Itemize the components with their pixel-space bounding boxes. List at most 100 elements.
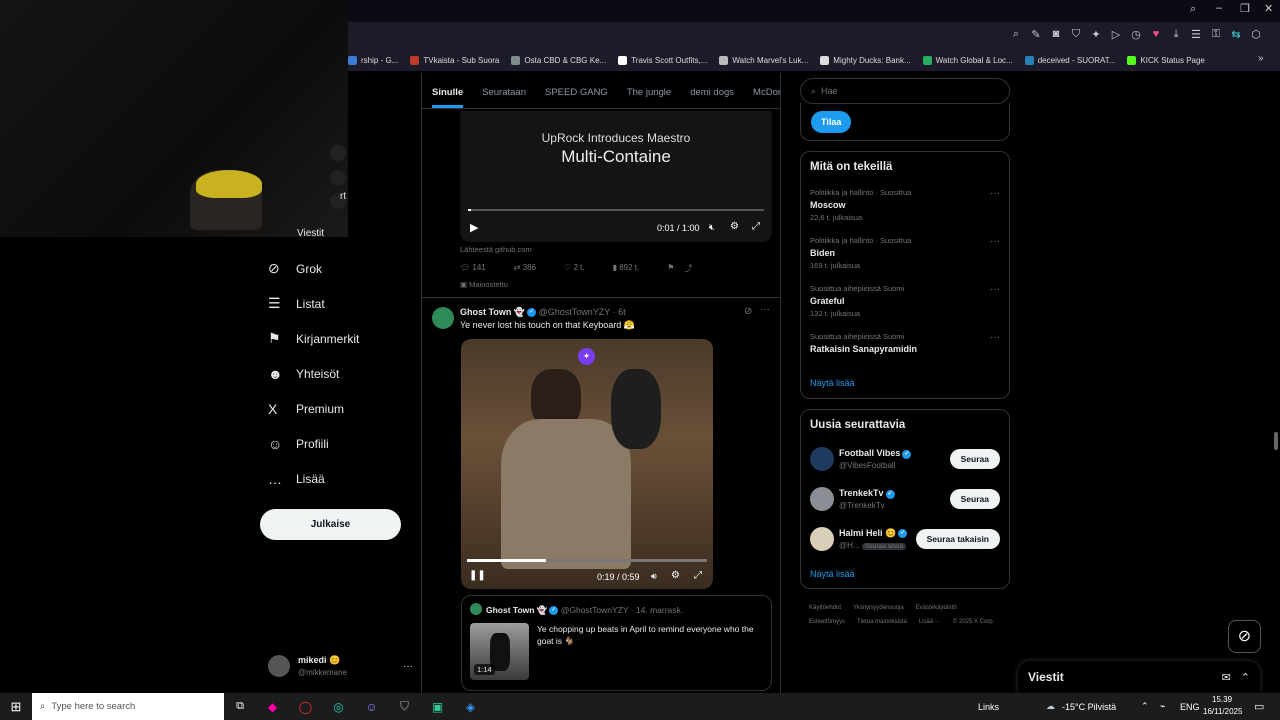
minimize-icon[interactable]: –	[1216, 2, 1222, 14]
bookmark-item[interactable]: Mighty Ducks: Bank...	[820, 55, 911, 65]
tab-the-jungle[interactable]: The jungle	[627, 87, 671, 108]
bookmark-item[interactable]: TVkaista - Sub Suora	[410, 55, 499, 65]
ad-progress-track[interactable]	[468, 209, 764, 211]
footer-link[interactable]: Tietoa mainoksista	[857, 615, 907, 629]
tab-speed-gang[interactable]: SPEED GANG	[545, 87, 608, 108]
subscribe-button[interactable]: Tilaa	[811, 111, 852, 133]
search-icon[interactable]: ⌕	[1190, 3, 1196, 16]
sparkle-icon[interactable]: ✦	[578, 348, 595, 365]
close-icon[interactable]: ✕	[1264, 2, 1273, 15]
ad-source[interactable]: Lähteestä github.com	[460, 245, 532, 254]
discord-icon[interactable]: ☺	[355, 700, 388, 714]
footer-link[interactable]: © 2025 X Corp.	[953, 615, 994, 629]
reply-button[interactable]: 💬︎ 141	[460, 263, 486, 274]
app-blue-icon[interactable]: ◈	[454, 700, 487, 714]
zoom-icon[interactable]: ⌕	[1006, 28, 1026, 41]
trend-item[interactable]: Politiikka ja hallinto · Suosittua Biden 1…	[810, 236, 1000, 270]
bookmark-item[interactable]: KICK Status Page	[1127, 55, 1205, 65]
sidebar-item-lisää[interactable]: … Lisää	[268, 461, 418, 496]
bookmarks-overflow-icon[interactable]: »	[1258, 53, 1264, 64]
like-button[interactable]: ♡ 2 t.	[564, 263, 585, 274]
task-view-icon[interactable]: ⧉	[224, 700, 256, 713]
sidebar-item-kirjanmerkit[interactable]: ⚑ Kirjanmerkit	[268, 321, 418, 356]
shield-app-icon[interactable]: ⛉	[388, 699, 421, 714]
network-icon[interactable]: ⌁	[1160, 701, 1165, 712]
ad-video[interactable]: UpRock Introduces Maestro Multi-Containe…	[460, 111, 772, 242]
menu-icon[interactable]: ☰	[1186, 28, 1206, 41]
settings-icon[interactable]: ⚙	[730, 221, 739, 232]
views-button[interactable]: ▮ 892 t.	[613, 263, 640, 274]
post-button[interactable]: Julkaise	[260, 509, 401, 540]
follow-suggestion[interactable]: Halmi Heli 😊 ✓ @H... Seuraa sinua Seuraa ta…	[810, 519, 1000, 559]
trend-item[interactable]: Suosittua aihepiirissä Suomi Grateful 132 …	[810, 284, 1000, 318]
links-toolbar[interactable]: Links	[978, 702, 999, 712]
bookmark-item[interactable]: deceived - SUORAT...	[1024, 55, 1115, 65]
repost-button[interactable]: ⇄ 386	[514, 263, 536, 274]
follow-button[interactable]: Seuraa	[949, 489, 1000, 509]
footer-link[interactable]: Yksityisyydensuoja	[853, 601, 904, 615]
sidebar-item-listat[interactable]: ☰ Listat	[268, 286, 418, 321]
tab-seurataan[interactable]: Seurataan	[482, 87, 526, 108]
camera-icon[interactable]: ◙	[1046, 28, 1066, 41]
trend-item[interactable]: Suosittua aihepiirissä Suomi Ratkaisin Sa…	[810, 332, 1000, 354]
cube-icon[interactable]: ⬡	[1246, 28, 1266, 41]
tab-sinulle[interactable]: Sinulle	[432, 87, 464, 108]
tweet-video[interactable]: ✦ ❚❚ 0:19 / 0:59 🔊︎ ⚙ ⤢	[461, 339, 713, 589]
bookmark-item[interactable]: Watch Global & Loc...	[922, 55, 1013, 65]
grok-icon[interactable]: ⊘	[1228, 620, 1261, 653]
clock-time[interactable]: 15.39	[1212, 695, 1232, 704]
weather-text[interactable]: -15°C Pilvistä	[1062, 702, 1116, 712]
clock-date[interactable]: 16/11/2025	[1203, 707, 1242, 716]
tweet-author-name[interactable]: Ghost Town	[460, 307, 511, 317]
trend-item[interactable]: Politiikka ja hallinto · Suosittua Moscow…	[810, 188, 1000, 222]
edit-icon[interactable]: ✎	[1026, 28, 1046, 41]
more-icon[interactable]: ···	[990, 236, 1000, 247]
footer-link[interactable]: Esteettömyys	[809, 615, 845, 629]
download-icon[interactable]: ⤓	[1166, 28, 1186, 41]
shield-icon[interactable]: ⛉	[1066, 28, 1086, 41]
fullscreen-icon[interactable]: ⤢	[694, 570, 702, 581]
footer-link[interactable]: Lisää ···	[919, 615, 941, 629]
show-more-link[interactable]: Näytä lisää	[810, 569, 855, 579]
play-icon[interactable]: ▷	[1106, 28, 1126, 41]
restore-icon[interactable]: ❐	[1240, 2, 1250, 15]
play-icon[interactable]: ▶	[470, 221, 478, 234]
search-input[interactable]: ⌕ Hae	[800, 78, 1010, 104]
edge-icon[interactable]: ◎	[322, 700, 355, 714]
sidebar-item-profiili[interactable]: ☺ Profiili	[268, 426, 418, 461]
more-icon[interactable]: ···	[403, 661, 413, 672]
footer-link[interactable]: Evästekäytäntö	[916, 601, 957, 615]
bookmark-item[interactable]: Osta CBD & CBG Ke...	[511, 55, 606, 65]
grok-icon[interactable]: ⊘	[744, 306, 752, 317]
sidebar-item-grok[interactable]: ⊘ Grok	[268, 251, 418, 286]
chevron-up-icon[interactable]: ⌃	[1241, 671, 1250, 684]
scrollbar-thumb[interactable]	[1274, 432, 1278, 450]
app-icon[interactable]: ◆	[256, 700, 289, 714]
bookmark-item[interactable]: Travis Scott Outfits,...	[618, 55, 707, 65]
bookmark-item[interactable]: rship - G...	[348, 55, 398, 65]
more-icon[interactable]: ···	[990, 332, 1000, 343]
footer-link[interactable]: Käyttöehdot	[809, 601, 841, 615]
mute-icon[interactable]: 🔇︎	[709, 222, 715, 233]
follow-suggestion[interactable]: TrenkekTv ✓ @TrenkekTv Seuraa	[810, 479, 1000, 519]
extension-icon[interactable]: ✦	[1086, 28, 1106, 41]
chevron-up-icon[interactable]: ⌃	[1141, 701, 1149, 712]
notification-icon[interactable]: ▭	[1254, 700, 1264, 713]
more-icon[interactable]: ···	[990, 188, 1000, 199]
tweet-handle[interactable]: @GhostTownYZY	[539, 307, 611, 317]
windows-start-icon[interactable]: ⊞	[0, 699, 32, 715]
tweet-time[interactable]: · 6t	[613, 307, 626, 317]
messages-drawer[interactable]: Viestit ✉ ⌃	[1018, 661, 1260, 693]
vpn-icon[interactable]: ⇆	[1226, 28, 1246, 41]
lock-icon[interactable]: ⚿	[1206, 28, 1226, 41]
language-indicator[interactable]: ENG	[1180, 702, 1200, 712]
new-message-icon[interactable]: ✉	[1222, 671, 1231, 684]
follow-suggestion[interactable]: Football Vibes ✓ @VibesFootball Seuraa	[810, 439, 1000, 479]
account-switcher[interactable]: mikedi 😊 @mikkemane ···	[268, 652, 413, 680]
more-icon[interactable]: ···	[990, 284, 1000, 295]
tab-demi-dogs[interactable]: demi dogs	[690, 87, 734, 108]
pause-icon[interactable]: ❚❚	[469, 570, 486, 581]
sidebar-item-premium[interactable]: X Premium	[268, 391, 418, 426]
app-green-icon[interactable]: ▣	[421, 700, 454, 714]
bookmark-item[interactable]: Watch Marvel's Luk...	[719, 55, 808, 65]
